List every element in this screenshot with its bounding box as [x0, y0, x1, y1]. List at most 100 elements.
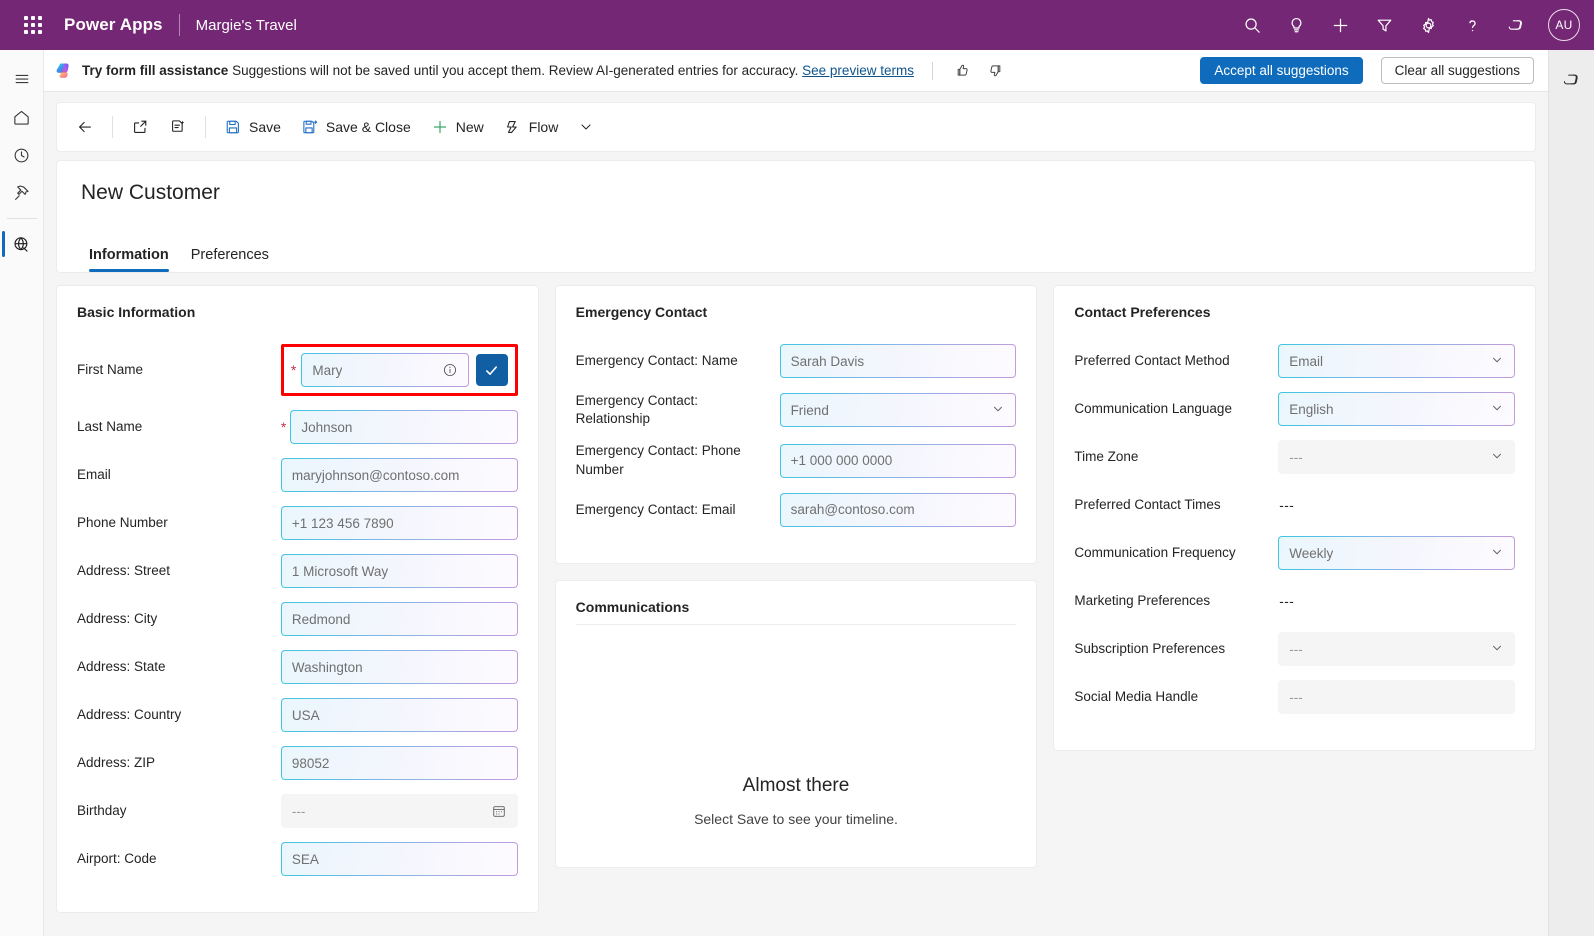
emergency-phone-value: +1 000 000 0000: [791, 453, 893, 468]
subscription-preferences-select[interactable]: ---: [1278, 632, 1515, 666]
banner-message: Try form fill assistance Suggestions wil…: [82, 63, 914, 78]
address-country-input[interactable]: USA: [281, 698, 518, 732]
flow-button[interactable]: Flow: [495, 110, 568, 144]
communication-language-select[interactable]: English: [1278, 392, 1515, 426]
preferred-contact-method-select[interactable]: Email: [1278, 344, 1515, 378]
copilot-icon[interactable]: [1498, 7, 1534, 43]
new-button[interactable]: New: [422, 110, 493, 144]
tab-information[interactable]: Information: [81, 241, 177, 272]
content-area: Save Save & Close Ne: [44, 92, 1548, 936]
app-launcher-button[interactable]: [14, 6, 52, 44]
address-country-value: USA: [292, 708, 320, 723]
phone-number-input[interactable]: +1 123 456 7890: [281, 506, 518, 540]
column-left: Basic Information First Name * Mary: [56, 285, 539, 913]
sidebar-item-customers[interactable]: [2, 225, 42, 263]
right-rail: [1548, 50, 1594, 936]
time-zone-select[interactable]: ---: [1278, 440, 1515, 474]
field-row-address-zip: Address: ZIP 98052: [77, 746, 518, 780]
address-city-value: Redmond: [292, 612, 351, 627]
column-right: Contact Preferences Preferred Contact Me…: [1053, 285, 1536, 751]
sidebar-item-recent[interactable]: [2, 136, 42, 174]
form-header-card: New Customer Information Preferences: [56, 160, 1536, 273]
field-row-emergency-phone: Emergency Contact: Phone Number +1 000 0…: [576, 442, 1017, 478]
first-name-highlight-box: * Mary: [281, 344, 518, 396]
flow-label: Flow: [529, 119, 559, 135]
thumbs-down-icon[interactable]: [984, 59, 1008, 83]
chevron-down-icon: [1484, 353, 1504, 370]
accept-suggestion-button[interactable]: [476, 354, 508, 386]
preview-terms-link[interactable]: See preview terms: [802, 63, 914, 78]
info-icon[interactable]: [436, 362, 458, 378]
banner-body: Suggestions will not be saved until you …: [232, 63, 798, 78]
sidebar-item-home[interactable]: [2, 98, 42, 136]
timeline-empty-subtext: Select Save to see your timeline.: [694, 811, 898, 827]
address-city-input[interactable]: Redmond: [281, 602, 518, 636]
last-name-input[interactable]: Johnson: [290, 410, 517, 444]
search-icon[interactable]: [1234, 7, 1270, 43]
more-commands-button[interactable]: [569, 110, 603, 144]
page-title: New Customer: [81, 181, 1511, 205]
field-row-phone-number: Phone Number +1 123 456 7890: [77, 506, 518, 540]
main-region: Try form fill assistance Suggestions wil…: [44, 50, 1548, 936]
address-street-input[interactable]: 1 Microsoft Way: [281, 554, 518, 588]
emergency-contact-card: Emergency Contact Emergency Contact: Nam…: [555, 285, 1038, 564]
clear-all-suggestions-button[interactable]: Clear all suggestions: [1381, 57, 1534, 84]
field-row-emergency-relationship: Emergency Contact: Relationship Friend: [576, 392, 1017, 428]
plus-icon[interactable]: [1322, 7, 1358, 43]
basic-information-title: Basic Information: [77, 304, 518, 320]
social-media-handle-input[interactable]: ---: [1278, 680, 1515, 714]
field-row-emergency-email: Emergency Contact: Email sarah@contoso.c…: [576, 493, 1017, 527]
label-phone-number: Phone Number: [77, 514, 271, 532]
emergency-email-value: sarah@contoso.com: [791, 502, 915, 517]
form-fill-assist-button[interactable]: [160, 110, 196, 144]
address-zip-input[interactable]: 98052: [281, 746, 518, 780]
label-emergency-phone: Emergency Contact: Phone Number: [576, 442, 770, 478]
lightbulb-icon[interactable]: [1278, 7, 1314, 43]
label-preferred-contact-times: Preferred Contact Times: [1074, 496, 1268, 514]
label-communication-frequency: Communication Frequency: [1074, 544, 1268, 562]
save-button[interactable]: Save: [215, 110, 290, 144]
emergency-name-input[interactable]: Sarah Davis: [780, 344, 1017, 378]
calendar-icon[interactable]: [485, 803, 507, 819]
save-and-close-button[interactable]: Save & Close: [292, 110, 420, 144]
first-name-value: Mary: [312, 363, 342, 378]
email-value: maryjohnson@contoso.com: [292, 468, 460, 483]
command-divider-2: [205, 116, 206, 138]
marketing-preferences-value: ---: [1278, 594, 1294, 609]
avatar[interactable]: AU: [1548, 9, 1580, 41]
accept-all-suggestions-button[interactable]: Accept all suggestions: [1200, 57, 1362, 84]
emergency-relationship-select[interactable]: Friend: [780, 393, 1017, 427]
sidebar-item-pinned[interactable]: [2, 174, 42, 212]
emergency-email-input[interactable]: sarah@contoso.com: [780, 493, 1017, 527]
airport-code-input[interactable]: SEA: [281, 842, 518, 876]
first-name-input[interactable]: Mary: [301, 353, 468, 387]
field-row-marketing-preferences: Marketing Preferences ---: [1074, 584, 1515, 618]
form-scroll-region[interactable]: Save Save & Close Ne: [44, 92, 1548, 936]
help-icon[interactable]: [1454, 7, 1490, 43]
copilot-panel-icon[interactable]: [1552, 60, 1592, 98]
emergency-phone-input[interactable]: +1 000 000 0000: [780, 444, 1017, 478]
filter-icon[interactable]: [1366, 7, 1402, 43]
emergency-name-value: Sarah Davis: [791, 354, 865, 369]
thumbs-up-icon[interactable]: [951, 59, 975, 83]
birthday-input[interactable]: ---: [281, 794, 518, 828]
address-state-input[interactable]: Washington: [281, 650, 518, 684]
app-header: Power Apps Margie's Travel: [0, 0, 1594, 50]
form-columns: Basic Information First Name * Mary: [56, 285, 1536, 933]
field-row-airport-code: Airport: Code SEA: [77, 842, 518, 876]
open-in-new-window-button[interactable]: [122, 110, 158, 144]
field-row-address-country: Address: Country USA: [77, 698, 518, 732]
hamburger-menu[interactable]: [2, 60, 42, 98]
field-row-social-media-handle: Social Media Handle ---: [1074, 680, 1515, 714]
address-state-value: Washington: [292, 660, 363, 675]
email-input[interactable]: maryjohnson@contoso.com: [281, 458, 518, 492]
field-row-address-state: Address: State Washington: [77, 650, 518, 684]
gear-icon[interactable]: [1410, 7, 1446, 43]
save-label: Save: [249, 119, 281, 135]
tab-preferences[interactable]: Preferences: [183, 241, 277, 272]
emergency-relationship-value: Friend: [791, 403, 829, 418]
back-button[interactable]: [67, 110, 103, 144]
label-social-media-handle: Social Media Handle: [1074, 688, 1268, 706]
communication-language-value: English: [1289, 402, 1333, 417]
communication-frequency-select[interactable]: Weekly: [1278, 536, 1515, 570]
